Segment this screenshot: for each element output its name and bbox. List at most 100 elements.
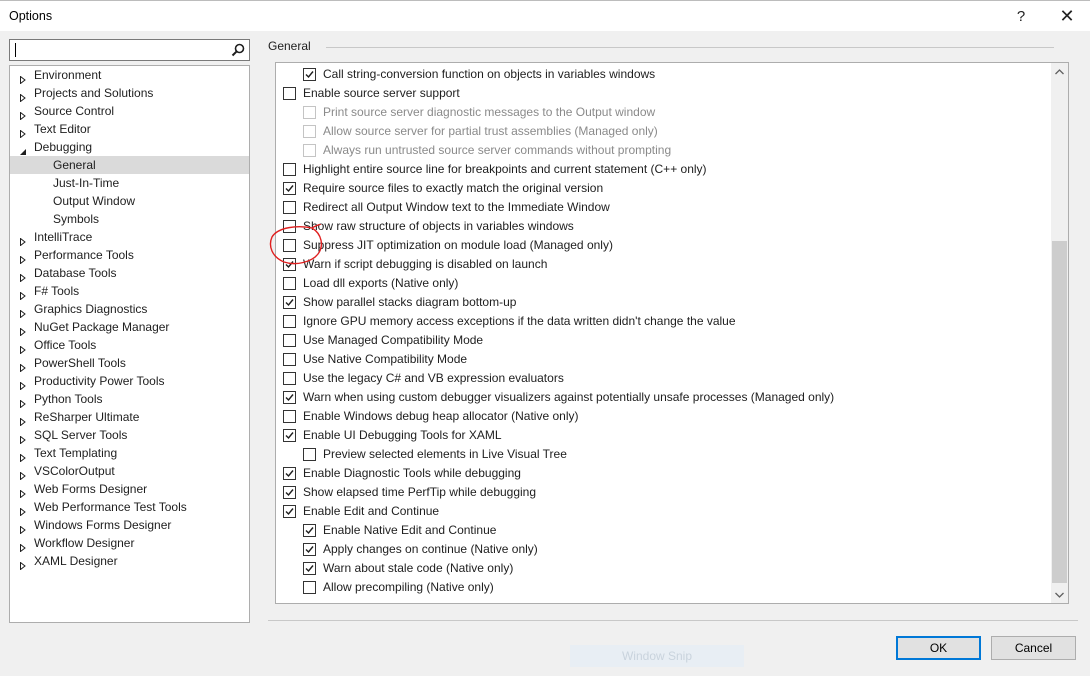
tree-item[interactable]: Database Tools: [10, 264, 249, 283]
checkbox-unchecked[interactable]: [283, 220, 296, 233]
checkbox-checked[interactable]: [283, 258, 296, 271]
collapsed-arrow-icon[interactable]: [19, 71, 27, 85]
check-icon: [285, 508, 294, 516]
checkbox-unchecked[interactable]: [283, 410, 296, 423]
tree-item[interactable]: F# Tools: [10, 282, 249, 301]
collapsed-arrow-icon[interactable]: [19, 539, 27, 553]
tree-item[interactable]: Debugging: [10, 138, 249, 156]
tree-item-label: SQL Server Tools: [34, 428, 128, 442]
tree-item-label: ReSharper Ultimate: [34, 410, 140, 424]
collapsed-arrow-icon[interactable]: [19, 107, 27, 121]
checkbox-unchecked[interactable]: [283, 163, 296, 176]
tree-item[interactable]: Source Control: [10, 102, 249, 121]
checkbox-unchecked[interactable]: [283, 277, 296, 290]
search-input[interactable]: [9, 39, 250, 61]
text-caret: [15, 43, 16, 57]
scroll-down-button[interactable]: [1051, 586, 1068, 603]
collapsed-arrow-icon[interactable]: [19, 89, 27, 103]
options-list[interactable]: Call string-conversion function on objec…: [275, 62, 1069, 604]
close-button[interactable]: ✕: [1050, 1, 1084, 32]
options-tree[interactable]: Environment Projects and Solutions Source …: [9, 65, 250, 623]
tree-item[interactable]: XAML Designer: [10, 552, 249, 571]
expanded-arrow-icon[interactable]: [19, 143, 27, 155]
tree-item[interactable]: Windows Forms Designer: [10, 516, 249, 535]
search-icon[interactable]: [230, 42, 246, 58]
tree-item[interactable]: Output Window: [10, 192, 249, 210]
tree-item[interactable]: NuGet Package Manager: [10, 318, 249, 337]
scroll-thumb[interactable]: [1052, 241, 1067, 583]
checkbox-checked[interactable]: [283, 505, 296, 518]
tree-item-label: Productivity Power Tools: [34, 374, 165, 388]
tree-item[interactable]: IntelliTrace: [10, 228, 249, 247]
check-icon: [285, 470, 294, 478]
option-label: Use Managed Compatibility Mode: [303, 333, 484, 347]
tree-item[interactable]: Python Tools: [10, 390, 249, 409]
checkbox-unchecked[interactable]: [283, 334, 296, 347]
collapsed-arrow-icon[interactable]: [19, 467, 27, 481]
checkbox-unchecked[interactable]: [303, 581, 316, 594]
tree-item-label: Text Templating: [34, 446, 118, 460]
checkbox-checked[interactable]: [283, 296, 296, 309]
checkbox-unchecked[interactable]: [283, 372, 296, 385]
tree-item[interactable]: ReSharper Ultimate: [10, 408, 249, 427]
collapsed-arrow-icon[interactable]: [19, 449, 27, 463]
checkbox-checked[interactable]: [283, 429, 296, 442]
collapsed-arrow-icon[interactable]: [19, 521, 27, 535]
tree-item[interactable]: Workflow Designer: [10, 534, 249, 553]
checkbox-checked[interactable]: [283, 391, 296, 404]
tree-item-label: Just-In-Time: [53, 176, 120, 190]
tree-item[interactable]: Symbols: [10, 210, 249, 228]
collapsed-arrow-icon[interactable]: [19, 305, 27, 319]
help-button[interactable]: ?: [1006, 1, 1036, 32]
checkbox-checked[interactable]: [283, 467, 296, 480]
checkbox-checked[interactable]: [303, 524, 316, 537]
tree-item[interactable]: Web Performance Test Tools: [10, 498, 249, 517]
tree-item[interactable]: Productivity Power Tools: [10, 372, 249, 391]
scroll-up-button[interactable]: [1051, 63, 1068, 80]
checkbox-unchecked[interactable]: [283, 239, 296, 252]
collapsed-arrow-icon[interactable]: [19, 341, 27, 355]
tree-item[interactable]: Graphics Diagnostics: [10, 300, 249, 319]
checkbox-unchecked[interactable]: [283, 315, 296, 328]
collapsed-arrow-icon[interactable]: [19, 233, 27, 247]
checkbox-checked[interactable]: [303, 68, 316, 81]
collapsed-arrow-icon[interactable]: [19, 377, 27, 391]
collapsed-arrow-icon[interactable]: [19, 323, 27, 337]
tree-item[interactable]: Text Editor: [10, 120, 249, 139]
cancel-button[interactable]: Cancel: [991, 636, 1076, 660]
collapsed-arrow-icon[interactable]: [19, 485, 27, 499]
checkbox-unchecked[interactable]: [283, 87, 296, 100]
checkbox-unchecked[interactable]: [283, 353, 296, 366]
tree-item[interactable]: PowerShell Tools: [10, 354, 249, 373]
ok-button[interactable]: OK: [896, 636, 981, 660]
tree-item[interactable]: SQL Server Tools: [10, 426, 249, 445]
tree-item[interactable]: Office Tools: [10, 336, 249, 355]
collapsed-arrow-icon[interactable]: [19, 557, 27, 571]
collapsed-arrow-icon[interactable]: [19, 251, 27, 265]
checkbox-checked[interactable]: [303, 562, 316, 575]
vertical-scrollbar[interactable]: [1051, 63, 1068, 603]
collapsed-arrow-icon[interactable]: [19, 359, 27, 373]
tree-item[interactable]: Text Templating: [10, 444, 249, 463]
collapsed-arrow-icon[interactable]: [19, 395, 27, 409]
tree-item[interactable]: VSColorOutput: [10, 462, 249, 481]
checkbox-checked[interactable]: [283, 486, 296, 499]
checkbox-unchecked[interactable]: [283, 201, 296, 214]
tree-item[interactable]: General: [10, 156, 249, 174]
collapsed-arrow-icon[interactable]: [19, 125, 27, 139]
tree-item[interactable]: Projects and Solutions: [10, 84, 249, 103]
collapsed-arrow-icon[interactable]: [19, 269, 27, 283]
checkbox-checked[interactable]: [303, 543, 316, 556]
tree-item[interactable]: Just-In-Time: [10, 174, 249, 192]
tree-item[interactable]: Performance Tools: [10, 246, 249, 265]
collapsed-arrow-icon[interactable]: [19, 503, 27, 517]
collapsed-arrow-icon[interactable]: [19, 287, 27, 301]
tree-item-label: Office Tools: [34, 338, 97, 352]
collapsed-arrow-icon[interactable]: [19, 413, 27, 427]
collapsed-arrow-icon[interactable]: [19, 431, 27, 445]
tree-item[interactable]: Environment: [10, 66, 249, 85]
checkbox-unchecked: [303, 106, 316, 119]
tree-item[interactable]: Web Forms Designer: [10, 480, 249, 499]
checkbox-checked[interactable]: [283, 182, 296, 195]
checkbox-unchecked[interactable]: [303, 448, 316, 461]
